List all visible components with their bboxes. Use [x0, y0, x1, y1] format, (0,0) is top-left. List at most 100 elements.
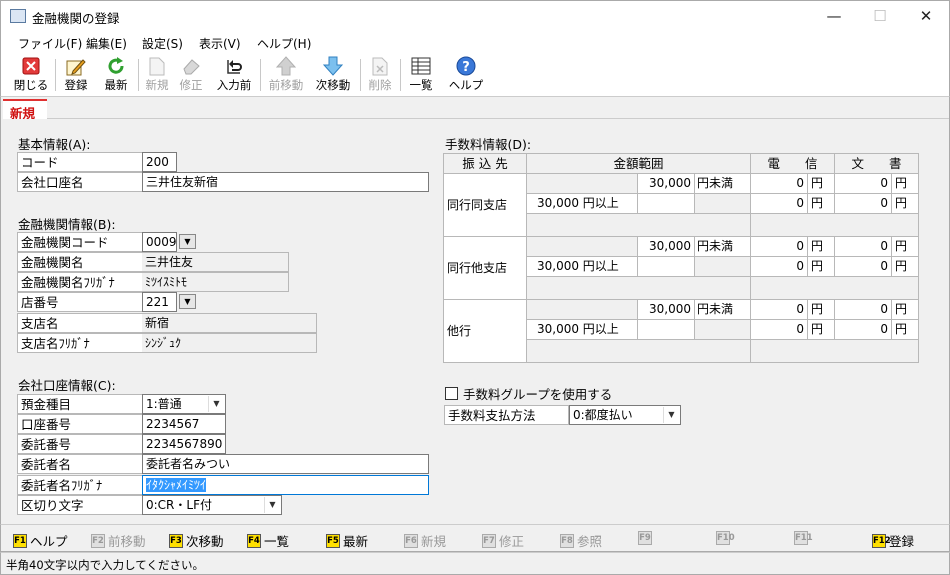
fee-wire-yen: 円 — [807, 299, 835, 320]
branch-lookup-button[interactable]: ▼ — [179, 294, 196, 309]
fee-lower-range: 30,000 円以上 — [526, 193, 638, 214]
consignor-number-input[interactable]: 2234567890 — [142, 434, 226, 454]
fee-wire-input[interactable]: 0 — [750, 319, 808, 340]
branch-name-label: 支店名 — [17, 313, 143, 333]
fee-doc-yen: 円 — [891, 319, 919, 340]
fee-upper-unit: 円未満 — [694, 299, 751, 320]
close-window-button[interactable]: ✕ — [903, 1, 949, 31]
fee-lower-range: 30,000 円以上 — [526, 319, 638, 340]
branch-number-input[interactable]: 221 — [142, 292, 177, 312]
fee-doc-input[interactable]: 0 — [834, 173, 892, 194]
fkey-badge: F3 — [169, 533, 183, 548]
fee-wire-yen: 円 — [807, 256, 835, 277]
consignor-name-input[interactable]: 委託者名みつい — [142, 454, 429, 474]
maximize-button[interactable]: ☐ — [857, 1, 903, 31]
fee-lower-input[interactable] — [637, 319, 695, 340]
fkey-badge: F5 — [326, 533, 340, 548]
branch-kana-label: 支店名ﾌﾘｶﾞﾅ — [17, 333, 143, 353]
fee-doc-input[interactable]: 0 — [834, 236, 892, 257]
edit-button[interactable]: 修正 — [176, 56, 206, 94]
fee-doc-yen: 円 — [891, 299, 919, 320]
register-button[interactable]: 登録 — [61, 56, 91, 94]
fee-doc-input[interactable]: 0 — [834, 319, 892, 340]
menu-help[interactable]: ヘルプ(H) — [257, 35, 311, 52]
fkey-label: 一覧 — [264, 534, 290, 549]
fee-wire-input[interactable]: 0 — [750, 299, 808, 320]
fee-upper-amount: 30,000 — [637, 299, 695, 320]
fkey-f2[interactable]: F2 前移動 — [91, 531, 146, 550]
fkey-f11[interactable]: F11 — [794, 531, 813, 545]
dropdown-arrow-icon: ▼ — [184, 237, 191, 246]
fkey-label: 次移動 — [186, 534, 224, 549]
fee-wire-yen: 円 — [807, 193, 835, 214]
fee-cell-blank — [526, 299, 638, 320]
refresh-button[interactable]: 最新 — [101, 56, 131, 94]
fkey-f9[interactable]: F9 — [638, 531, 655, 545]
toolbar-separator — [400, 59, 401, 91]
fee-col-wire: 電 信 — [750, 153, 835, 174]
list-button[interactable]: 一覧 — [406, 56, 436, 94]
next-move-button[interactable]: 次移動 — [312, 56, 354, 94]
fee-cell-blank — [750, 339, 919, 363]
fee-cell-blank — [526, 213, 751, 237]
fkey-f6[interactable]: F6 新規 — [404, 531, 446, 550]
menu-view[interactable]: 表示(V) — [199, 35, 241, 52]
delimiter-select[interactable]: 0:CR・LF付 ▼ — [142, 495, 282, 515]
menu-bar: ファイル(F) 編集(E) 設定(S) 表示(V) ヘルプ(H) — [0, 31, 950, 53]
bank-code-lookup-button[interactable]: ▼ — [179, 234, 196, 249]
menu-settings[interactable]: 設定(S) — [142, 35, 183, 52]
fkey-f8[interactable]: F8 参照 — [560, 531, 602, 550]
checkbox-box[interactable] — [445, 387, 458, 400]
status-message: 半角40文字以内で入力してください。 — [6, 558, 204, 572]
main-form: 基本情報(A): コード 200 会社口座名 三井住友新宿 金融機関情報(B):… — [0, 119, 950, 524]
prev-move-button[interactable]: 前移動 — [265, 56, 307, 94]
fkey-f5[interactable]: F5 最新 — [326, 531, 368, 550]
fee-method-select[interactable]: 0:都度払い ▼ — [569, 405, 681, 425]
account-name-input[interactable]: 三井住友新宿 — [142, 172, 429, 192]
bank-name-value: 三井住友 — [142, 252, 289, 272]
consignor-kana-input[interactable]: ｲﾀｸｼｬﾒｲﾐﾂｲ — [142, 475, 429, 495]
minimize-button[interactable]: — — [811, 1, 857, 31]
status-bar: 半角40文字以内で入力してください。 — [0, 552, 950, 575]
delete-button[interactable]: 削除 — [365, 56, 395, 94]
new-button[interactable]: 新規 — [142, 56, 172, 94]
input-prev-button[interactable]: 入力前 — [213, 56, 255, 94]
fkey-f7[interactable]: F7 修正 — [482, 531, 524, 550]
close-button[interactable]: 閉じる — [13, 56, 49, 94]
edit-note-icon — [65, 56, 87, 76]
arrow-down-icon — [322, 56, 344, 76]
consignor-name-label: 委託者名 — [17, 454, 143, 474]
fkey-f1[interactable]: F1 ヘルプ — [13, 531, 68, 550]
chevron-down-icon: ▼ — [264, 497, 280, 513]
fee-doc-input[interactable]: 0 — [834, 193, 892, 214]
fkey-f10[interactable]: F10 — [716, 531, 735, 545]
fkey-f12[interactable]: F12 登録 — [872, 531, 914, 550]
fee-doc-input[interactable]: 0 — [834, 256, 892, 277]
fee-cell-blank — [526, 339, 751, 363]
fkey-f4[interactable]: F4 一覧 — [247, 531, 289, 550]
fee-lower-input[interactable] — [637, 256, 695, 277]
chevron-down-icon: ▼ — [663, 407, 679, 423]
fee-wire-input[interactable]: 0 — [750, 193, 808, 214]
code-input[interactable]: 200 — [142, 152, 177, 172]
toolbar-separator — [360, 59, 361, 91]
fee-doc-input[interactable]: 0 — [834, 299, 892, 320]
bank-code-input[interactable]: 0009 — [142, 232, 177, 252]
menu-edit[interactable]: 編集(E) — [86, 35, 127, 52]
menu-file[interactable]: ファイル(F) — [18, 35, 82, 52]
fkey-label: 登録 — [889, 534, 915, 549]
fee-cell-blank — [694, 256, 751, 277]
fee-lower-input[interactable] — [637, 193, 695, 214]
chevron-down-icon: ▼ — [208, 396, 224, 412]
fee-wire-input[interactable]: 0 — [750, 256, 808, 277]
window-title: 金融機関の登録 — [32, 11, 120, 26]
deposit-type-select[interactable]: 1:普通 ▼ — [142, 394, 226, 414]
fee-wire-input[interactable]: 0 — [750, 173, 808, 194]
fee-table: 振 込 先 金額範囲 電 信 文 書 同行同支店 30,000 円未満 0 円 0 円 30,… — [443, 153, 919, 363]
fee-wire-input[interactable]: 0 — [750, 236, 808, 257]
account-number-input[interactable]: 2234567 — [142, 414, 226, 434]
fee-group-checkbox[interactable]: 手数料グループを使用する — [445, 384, 612, 403]
fee-row-name: 同行同支店 — [443, 173, 527, 237]
help-button[interactable]: ? ヘルプ — [448, 56, 484, 94]
fkey-f3[interactable]: F3 次移動 — [169, 531, 224, 550]
